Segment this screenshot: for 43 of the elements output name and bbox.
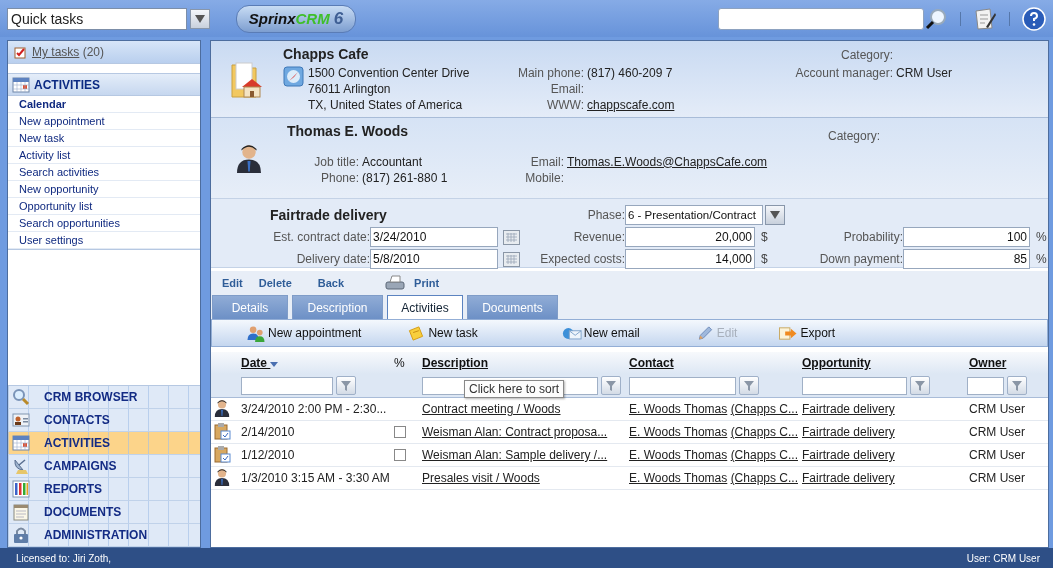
table-cell: CRM User xyxy=(963,420,1048,444)
address-line: 76011 Arlington xyxy=(308,82,392,96)
table-cell: 1/12/2010 xyxy=(237,443,390,467)
tooltip: Click here to sort xyxy=(464,380,565,398)
field-label: Category: xyxy=(826,129,880,144)
unit-label: $ xyxy=(760,230,769,244)
field-label: Est. contract date: xyxy=(272,230,370,244)
table-cell: 3/24/2010 2:00 PM - 2:30... xyxy=(237,397,390,421)
field-label: WWW: xyxy=(545,98,584,112)
address-line: TX, United States of America xyxy=(308,98,464,112)
contact-name: Thomas E. Woods xyxy=(287,122,410,141)
table-cell: CRM User xyxy=(963,443,1048,467)
field-label: Delivery date: xyxy=(295,252,370,266)
field-value: (817) 261-880 1 xyxy=(362,170,449,185)
field-label: Revenue: xyxy=(572,230,625,244)
field-label: Account manager: xyxy=(794,66,893,80)
address-line: 1500 Convention Center Drive xyxy=(308,66,470,80)
field-label: Probability: xyxy=(842,230,903,244)
field-label: Email: xyxy=(529,154,564,169)
account-name: Chapps Cafe xyxy=(283,45,370,64)
field-label: Phone: xyxy=(319,170,359,185)
field-label: Category: xyxy=(839,48,893,62)
field-label: Down payment: xyxy=(818,252,903,266)
field-label: Email: xyxy=(549,82,584,96)
field-label: Job title: xyxy=(313,154,359,169)
field-label: Mobile: xyxy=(524,170,564,185)
table-cell: 2/14/2010 xyxy=(237,420,390,444)
unit-label: % xyxy=(1035,252,1048,266)
section-title: ACTIVITIES xyxy=(34,77,100,92)
field-label: Phase: xyxy=(586,208,625,222)
license-text: Licensed to: Jiri Zoth, xyxy=(16,552,112,564)
field-value: (817) 460-209 7 xyxy=(587,66,674,80)
table-cell: CRM User xyxy=(963,397,1048,421)
field-value: Accountant xyxy=(362,154,424,169)
table-cell: CRM User xyxy=(963,466,1048,490)
field-value: CRM User xyxy=(896,66,953,80)
field-label: Main phone: xyxy=(516,66,584,80)
unit-label: % xyxy=(1035,230,1048,244)
unit-label: $ xyxy=(760,252,769,266)
table-cell: 1/3/2010 3:15 AM - 3:30 AM xyxy=(237,466,390,490)
user-text: User: CRM User xyxy=(966,552,1040,564)
field-label: Expected costs: xyxy=(539,252,625,266)
opportunity-title: Fairtrade delivery xyxy=(269,207,388,223)
